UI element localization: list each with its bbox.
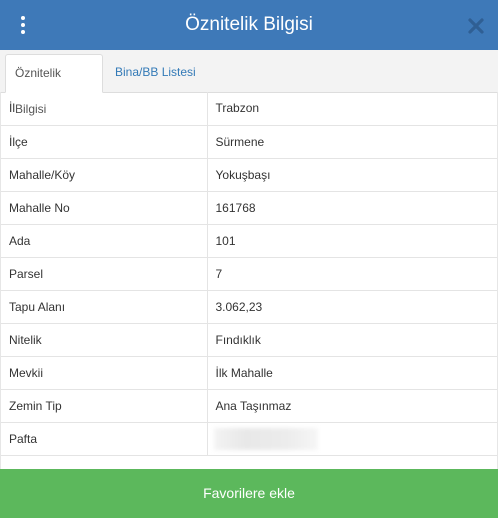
table-row: Ada 101: [1, 224, 497, 258]
table-row: İl Trabzon: [1, 92, 497, 126]
row-key: Parsel: [1, 257, 208, 291]
row-key: Mahalle No: [1, 191, 208, 225]
row-value: Trabzon: [207, 92, 497, 126]
tab-oznitelik-bilgisi[interactable]: Öznitelik Bilgisi: [5, 54, 103, 116]
row-key: İlçe: [1, 125, 208, 159]
row-key: Tapu Alanı: [1, 290, 208, 324]
row-value: Ana Taşınmaz: [207, 389, 497, 423]
row-value: 7: [207, 257, 497, 291]
row-value: Sürmene: [207, 125, 497, 159]
dialog-title: Öznitelik Bilgisi: [185, 14, 313, 35]
add-to-favorites-button[interactable]: Favorilere ekle: [0, 469, 498, 518]
tab-bar: Öznitelik Bilgisi Bina/BB Listesi: [0, 50, 498, 116]
row-value: Fındıklık: [207, 323, 497, 357]
redacted-value: [213, 427, 318, 450]
tab-bina-bb-listesi[interactable]: Bina/BB Listesi: [106, 54, 205, 92]
row-key: Nitelik: [1, 323, 208, 357]
close-icon[interactable]: [466, 14, 486, 36]
row-key: Ada: [1, 224, 208, 258]
table-row: Mevkii İlk Mahalle: [1, 356, 497, 390]
row-value: Yokuşbaşı: [207, 158, 497, 192]
row-value: 101: [207, 224, 497, 258]
table-row: Parsel 7: [1, 257, 497, 291]
dialog-header: Öznitelik Bilgisi: [0, 0, 498, 50]
table-row: Tapu Alanı 3.062,23: [1, 290, 497, 324]
table-row: İlçe Sürmene: [1, 125, 497, 159]
row-value: İlk Mahalle: [207, 356, 497, 390]
row-key: Zemin Tip: [1, 389, 208, 423]
table-row: Pafta: [1, 422, 497, 456]
row-value: 3.062,23: [207, 290, 497, 324]
row-key: Mevkii: [1, 356, 208, 390]
row-key: Pafta: [1, 422, 208, 456]
table-row: Mahalle No 161768: [1, 191, 497, 225]
row-key: Mahalle/Köy: [1, 158, 208, 192]
attribute-table-container: İl Trabzon İlçe Sürmene Mahalle/Köy Yokuşba…: [0, 92, 498, 469]
row-value-redacted: [207, 422, 497, 456]
attribute-table: İl Trabzon İlçe Sürmene Mahalle/Köy Yokuşba…: [1, 92, 497, 456]
table-row: Mahalle/Köy Yokuşbaşı: [1, 158, 497, 192]
row-key: İl: [1, 92, 208, 126]
row-value: 161768: [207, 191, 497, 225]
table-row: Nitelik Fındıklık: [1, 323, 497, 357]
table-row: Zemin Tip Ana Taşınmaz: [1, 389, 497, 423]
